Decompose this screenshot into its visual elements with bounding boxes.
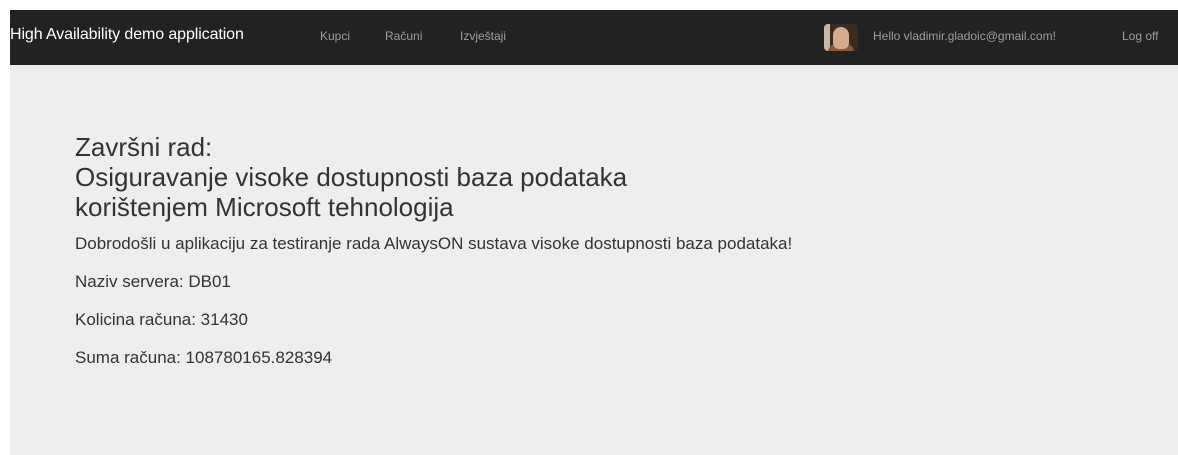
nav-racuni-link[interactable]: Računi [385, 29, 422, 43]
main-jumbotron: Završni rad: Osiguravanje visoke dostupn… [75, 132, 1135, 386]
title-line-3: korištenjem Microsoft tehnologija [75, 192, 454, 222]
top-navbar: High Availability demo application Kupci… [10, 10, 1178, 65]
user-greeting-link[interactable]: Hello vladimir.gladoic@gmail.com! [873, 29, 1056, 43]
nav-kupci-link[interactable]: Kupci [320, 29, 350, 43]
page-title: Završni rad: Osiguravanje visoke dostupn… [75, 132, 1135, 222]
avatar-face [833, 27, 849, 49]
title-line-1: Završni rad: [75, 132, 213, 162]
user-avatar[interactable] [824, 24, 858, 51]
server-name: Naziv servera: DB01 [75, 272, 231, 291]
invoice-count: Kolicina računa: 31430 [75, 310, 248, 329]
welcome-text: Dobrodošli u aplikaciju za testiranje ra… [75, 234, 793, 253]
brand-link[interactable]: High Availability demo application [10, 26, 244, 44]
logoff-link[interactable]: Log off [1122, 29, 1158, 43]
invoice-sum: Suma računa: 108780165.828394 [75, 348, 333, 367]
nav-izvjestaji-link[interactable]: Izvještaji [460, 29, 506, 43]
server-info: Naziv servera: DB01 Kolicina računa: 314… [75, 272, 1135, 368]
title-line-2: Osiguravanje visoke dostupnosti baza pod… [75, 162, 628, 192]
page-frame: High Availability demo application Kupci… [10, 10, 1178, 455]
